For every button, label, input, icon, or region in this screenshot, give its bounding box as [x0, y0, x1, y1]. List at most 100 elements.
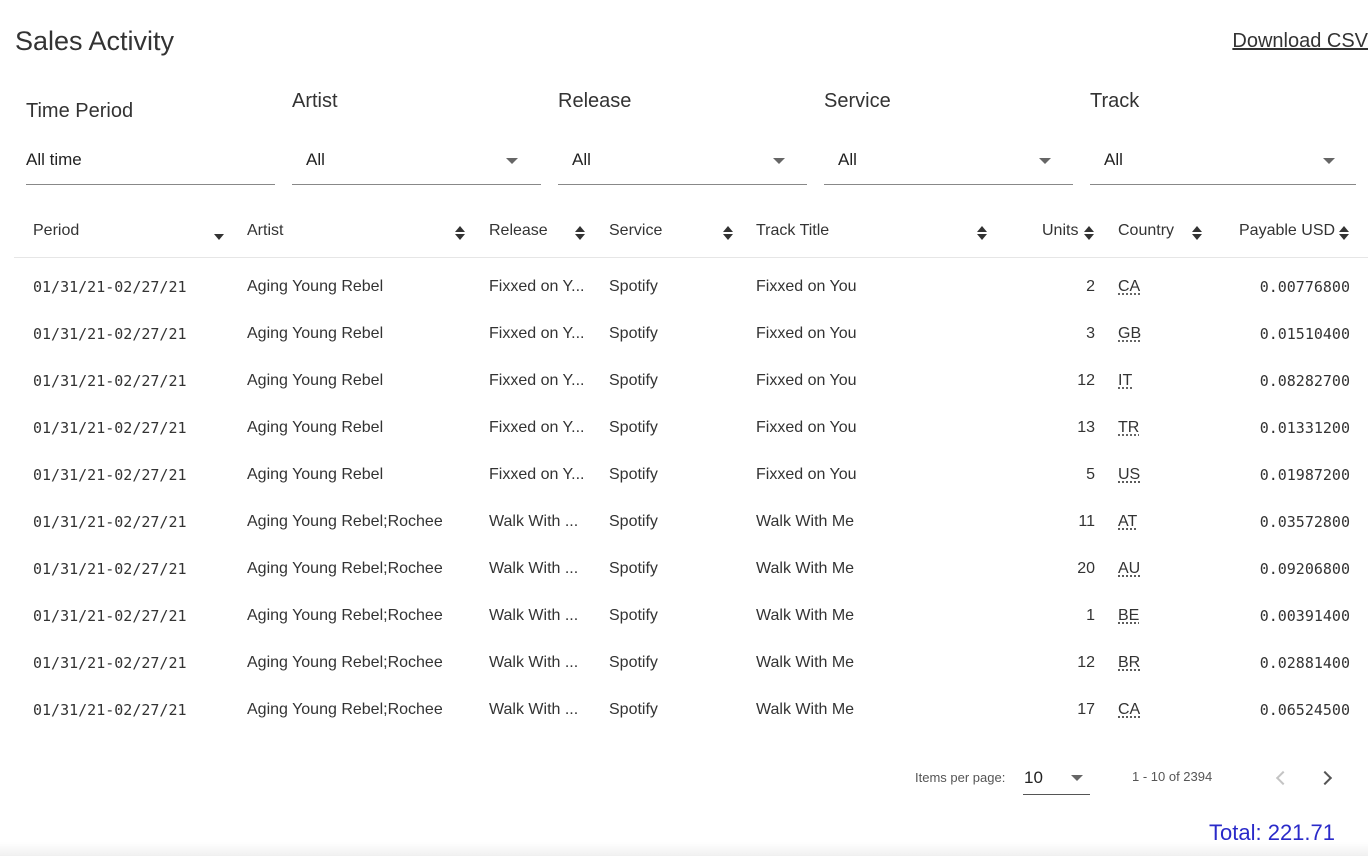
sort-icon[interactable]: [1339, 226, 1349, 242]
release-select-value: All: [572, 150, 591, 169]
cell-artist: Aging Young Rebel;Rochee: [247, 654, 443, 671]
column-header-service[interactable]: Service: [609, 222, 662, 240]
table-row: 01/31/21-02/27/21 Aging Young Rebel;Roch…: [14, 499, 1368, 546]
column-header-country[interactable]: Country: [1118, 222, 1174, 240]
cell-artist: Aging Young Rebel;Rochee: [247, 701, 443, 718]
cell-service: Spotify: [609, 513, 658, 530]
filter-time-period-label: Time Period: [26, 100, 134, 122]
track-select[interactable]: All: [1090, 138, 1356, 185]
cell-release: Walk With ...: [489, 607, 579, 624]
sort-icon[interactable]: [575, 226, 585, 242]
cell-payable: 0.00391400: [1259, 607, 1350, 625]
chevron-right-icon: [1317, 770, 1333, 786]
service-select[interactable]: All: [824, 138, 1073, 185]
filter-release: Release All: [558, 90, 807, 186]
cell-period: 01/31/21-02/27/21: [33, 560, 187, 578]
previous-page-button[interactable]: [1268, 766, 1292, 790]
download-csv-link[interactable]: Download CSV: [1232, 30, 1368, 53]
next-page-button[interactable]: [1316, 766, 1340, 790]
table-row: 01/31/21-02/27/21 Aging Young Rebel Fixx…: [14, 264, 1368, 311]
filter-time-period: Time Period All time: [26, 96, 275, 186]
sort-icon[interactable]: [1192, 226, 1202, 242]
cell-artist: Aging Young Rebel: [247, 466, 384, 483]
table-row: 01/31/21-02/27/21 Aging Young Rebel;Roch…: [14, 687, 1368, 734]
cell-artist: Aging Young Rebel: [247, 325, 384, 342]
cell-period: 01/31/21-02/27/21: [33, 325, 187, 343]
time-period-value: All time: [26, 150, 82, 169]
cell-country: AU: [1118, 560, 1141, 577]
column-header-units[interactable]: Units: [1042, 222, 1078, 240]
column-header-artist[interactable]: Artist: [247, 222, 283, 240]
time-period-field[interactable]: All time: [26, 138, 275, 185]
sort-desc-icon[interactable]: [214, 234, 224, 240]
cell-period: 01/31/21-02/27/21: [33, 607, 187, 625]
cell-units: 11: [1078, 513, 1095, 530]
chevron-down-icon: [506, 158, 518, 164]
sort-icon[interactable]: [1084, 226, 1094, 242]
cell-payable: 0.03572800: [1259, 513, 1350, 531]
cell-track-title: Fixxed on You: [756, 466, 857, 483]
sort-icon[interactable]: [455, 226, 465, 242]
items-per-page-select[interactable]: 10: [1023, 762, 1090, 795]
cell-release: Walk With ...: [489, 654, 579, 671]
cell-country: CA: [1118, 701, 1141, 718]
cell-track-title: Fixxed on You: [756, 278, 857, 295]
sort-icon[interactable]: [977, 226, 987, 242]
cell-units: 13: [1077, 419, 1095, 436]
cell-country: TR: [1118, 419, 1140, 436]
cell-track-title: Walk With Me: [756, 701, 855, 718]
cell-service: Spotify: [609, 325, 658, 342]
items-per-page-label: Items per page:: [915, 770, 1006, 785]
cell-release: Walk With ...: [489, 513, 579, 530]
cell-country: US: [1118, 466, 1141, 483]
cell-release: Fixxed on Y...: [489, 466, 585, 483]
cell-track-title: Walk With Me: [756, 607, 855, 624]
cell-country: CA: [1118, 278, 1141, 295]
table-row: 01/31/21-02/27/21 Aging Young Rebel;Roch…: [14, 546, 1368, 593]
cell-units: 2: [1086, 278, 1095, 295]
cell-service: Spotify: [609, 607, 658, 624]
cell-country: BE: [1118, 607, 1140, 624]
page-title: Sales Activity: [15, 26, 175, 56]
cell-units: 12: [1077, 372, 1095, 389]
release-select[interactable]: All: [558, 138, 807, 185]
cell-track-title: Fixxed on You: [756, 419, 857, 436]
cell-units: 17: [1077, 701, 1095, 718]
cell-period: 01/31/21-02/27/21: [33, 372, 187, 390]
cell-payable: 0.01510400: [1259, 325, 1350, 343]
cell-units: 20: [1077, 560, 1095, 577]
table-row: 01/31/21-02/27/21 Aging Young Rebel Fixx…: [14, 311, 1368, 358]
cell-release: Walk With ...: [489, 701, 579, 718]
cell-service: Spotify: [609, 278, 658, 295]
table-row: 01/31/21-02/27/21 Aging Young Rebel;Roch…: [14, 640, 1368, 687]
cell-payable: 0.08282700: [1259, 372, 1350, 390]
column-header-release[interactable]: Release: [489, 222, 548, 240]
cell-payable: 0.06524500: [1259, 701, 1350, 719]
cell-period: 01/31/21-02/27/21: [33, 278, 187, 296]
cell-service: Spotify: [609, 701, 658, 718]
chevron-down-icon: [1071, 775, 1083, 781]
cell-payable: 0.02881400: [1259, 654, 1350, 672]
cell-period: 01/31/21-02/27/21: [33, 419, 187, 437]
artist-select[interactable]: All: [292, 138, 541, 185]
track-select-value: All: [1104, 150, 1123, 169]
sort-icon[interactable]: [723, 226, 733, 242]
cell-country: IT: [1118, 372, 1133, 389]
cell-release: Fixxed on Y...: [489, 278, 585, 295]
table-row: 01/31/21-02/27/21 Aging Young Rebel Fixx…: [14, 358, 1368, 405]
chevron-down-icon: [773, 158, 785, 164]
page-range-label: 1 - 10 of 2394: [1132, 769, 1213, 784]
cell-country: GB: [1118, 325, 1142, 342]
column-header-period[interactable]: Period: [33, 222, 79, 240]
cell-units: 5: [1086, 466, 1095, 483]
cell-release: Fixxed on Y...: [489, 419, 585, 436]
cell-payable: 0.09206800: [1259, 560, 1350, 578]
column-header-track-title[interactable]: Track Title: [756, 222, 829, 240]
cell-track-title: Fixxed on You: [756, 325, 857, 342]
bottom-shadow: [0, 842, 1368, 856]
artist-select-value: All: [306, 150, 325, 169]
cell-track-title: Walk With Me: [756, 513, 855, 530]
filter-track: Track All: [1090, 90, 1356, 186]
cell-period: 01/31/21-02/27/21: [33, 466, 187, 484]
column-header-payable-usd[interactable]: Payable USD: [1239, 222, 1335, 240]
